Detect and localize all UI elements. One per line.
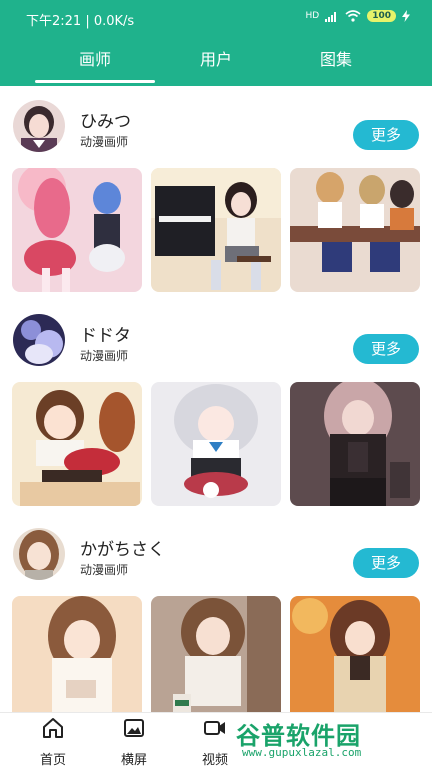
artist-role: 动漫画师 bbox=[80, 349, 129, 363]
artist-name: ドドタ bbox=[80, 326, 131, 346]
artwork-thumbnail[interactable] bbox=[12, 382, 142, 506]
cellular-icon bbox=[325, 11, 337, 22]
artwork-row bbox=[12, 382, 420, 506]
artwork-row bbox=[12, 596, 420, 712]
charging-icon bbox=[402, 10, 410, 22]
nav-home[interactable]: 首页 bbox=[23, 717, 83, 768]
watermark: 谷普软件园 www.gupuxlazal.com bbox=[236, 716, 426, 766]
app-header: 下午2:21 | 0.0K/s HD 100 画师 用户 图集 bbox=[0, 0, 432, 86]
artist-name: かがちさく bbox=[80, 540, 165, 560]
artwork-thumbnail[interactable] bbox=[151, 596, 281, 712]
more-button[interactable]: 更多 bbox=[353, 334, 419, 364]
video-icon bbox=[204, 721, 225, 735]
artist-role: 动漫画师 bbox=[80, 135, 129, 149]
artist-card: ひみつ 动漫画师 更多 bbox=[0, 86, 432, 300]
more-button[interactable]: 更多 bbox=[353, 548, 419, 578]
artist-name: ひみつ bbox=[80, 112, 131, 132]
watermark-url: www.gupuxlazal.com bbox=[242, 746, 362, 759]
artwork-thumbnail[interactable] bbox=[151, 382, 281, 506]
artwork-thumbnail[interactable] bbox=[290, 382, 420, 506]
status-time: 下午2:21 | 0.0K/s bbox=[26, 14, 135, 29]
tab-active-indicator bbox=[35, 80, 155, 83]
artwork-thumbnail[interactable] bbox=[12, 596, 142, 712]
nav-home-label: 首页 bbox=[39, 753, 66, 768]
image-icon bbox=[124, 719, 144, 737]
artist-role: 动漫画师 bbox=[80, 563, 129, 577]
nav-landscape[interactable]: 横屏 bbox=[104, 717, 164, 768]
wifi-icon bbox=[345, 10, 361, 22]
artist-list[interactable]: ひみつ 动漫画师 更多 ドドタ 动漫画师 更多 かがちさく 动漫画师 更多 bbox=[0, 86, 432, 712]
artist-card: ドドタ 动漫画师 更多 bbox=[0, 300, 432, 514]
battery-indicator: 100 bbox=[367, 10, 396, 22]
more-button[interactable]: 更多 bbox=[353, 120, 419, 150]
signal-icon: HD bbox=[305, 11, 320, 21]
status-bar: 下午2:21 | 0.0K/s HD 100 bbox=[0, 0, 432, 36]
artwork-thumbnail[interactable] bbox=[290, 596, 420, 712]
artwork-row bbox=[12, 168, 420, 292]
artwork-thumbnail[interactable] bbox=[290, 168, 420, 292]
artist-card: かがちさく 动漫画师 更多 bbox=[0, 514, 432, 712]
top-tabs: 画师 用户 图集 bbox=[0, 36, 432, 86]
nav-landscape-label: 横屏 bbox=[120, 753, 147, 768]
status-icons: HD 100 bbox=[305, 10, 410, 22]
artwork-thumbnail[interactable] bbox=[12, 168, 142, 292]
home-icon bbox=[43, 718, 63, 738]
artist-avatar[interactable] bbox=[13, 528, 65, 580]
tab-albums[interactable]: 图集 bbox=[264, 46, 408, 70]
artwork-thumbnail[interactable] bbox=[151, 168, 281, 292]
artist-avatar[interactable] bbox=[13, 314, 65, 366]
artist-avatar[interactable] bbox=[13, 100, 65, 152]
